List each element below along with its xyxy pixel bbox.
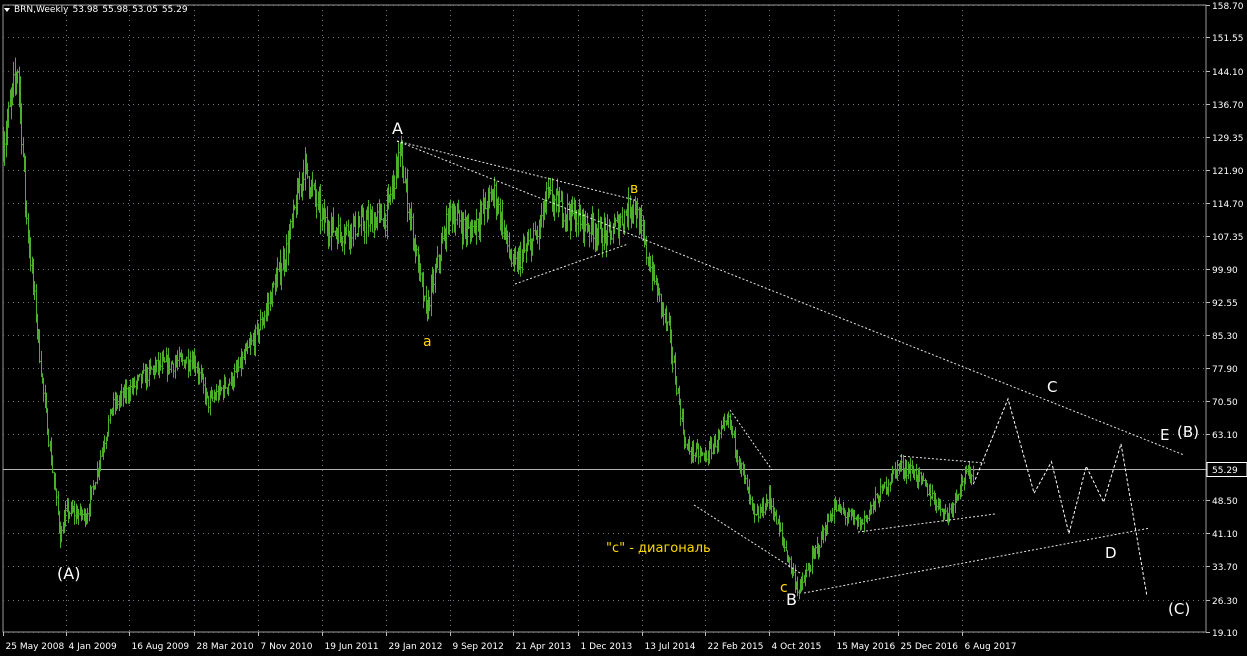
trend-line [396, 140, 1185, 456]
x-tick-label: 7 Nov 2010 [261, 642, 313, 652]
projection-path [972, 397, 1148, 597]
plot-frame [2, 4, 1207, 633]
time-axis[interactable]: 25 May 2008 4 Jan 2009 16 Aug 2009 28 Mar 2… [3, 632, 1017, 652]
ohlc-bars [2, 57, 975, 600]
y-tick-label: 136.70 [1212, 101, 1244, 111]
diagonal-annotation: "c" - диагональ [606, 541, 711, 556]
x-tick-label: 6 Aug 2017 [965, 642, 1017, 652]
x-tick-label: 13 Jul 2014 [645, 642, 696, 652]
y-tick-label: 129.35 [1212, 134, 1244, 144]
x-tick-label: 28 Mar 2010 [197, 642, 254, 652]
current-price-label: 55.29 [1212, 466, 1238, 476]
y-tick-label: 33.70 [1212, 563, 1238, 573]
x-tick-label: 9 Sep 2012 [453, 642, 504, 652]
y-tick-label: 121.90 [1212, 167, 1244, 177]
wave-label: (B) [1177, 423, 1199, 441]
x-tick-label: 22 Feb 2015 [708, 642, 764, 652]
wave-label: C [1047, 378, 1057, 396]
wave-label: A [392, 119, 403, 138]
y-tick-label: 158.70 [1212, 2, 1244, 12]
x-tick-label: 4 Oct 2015 [772, 642, 822, 652]
trend-line [857, 513, 996, 533]
wave-label: E [1160, 426, 1169, 444]
x-tick-label: 4 Jan 2009 [69, 642, 117, 652]
y-tick-label: 63.10 [1212, 431, 1238, 441]
x-tick-label: 1 Dec 2013 [581, 642, 633, 652]
wave-label-minor: a [423, 334, 432, 350]
y-tick-label: 26.30 [1212, 597, 1238, 607]
y-tick-label: 144.10 [1212, 68, 1244, 78]
chart-grid [2, 4, 1207, 633]
y-tick-label: 114.70 [1212, 200, 1244, 210]
y-tick-label: 48.50 [1212, 497, 1238, 507]
y-tick-label: 41.10 [1212, 530, 1238, 540]
x-tick-label: 15 May 2016 [837, 642, 896, 652]
y-tick-label: 99.90 [1212, 266, 1238, 276]
x-tick-label: 16 Aug 2009 [132, 642, 190, 652]
y-tick-label: 77.90 [1212, 365, 1238, 375]
wave-label: D [1105, 544, 1117, 562]
y-tick-label: 92.55 [1212, 299, 1238, 309]
wave-label-minor: в [630, 181, 638, 197]
wave-label: (C) [1168, 600, 1190, 618]
x-tick-label: 21 Apr 2013 [516, 642, 572, 652]
wave-label-minor: c [780, 580, 788, 596]
x-tick-label: 25 May 2008 [6, 642, 65, 652]
y-tick-label: 151.55 [1212, 34, 1244, 44]
x-tick-label: 19 Jun 2011 [325, 642, 379, 652]
wave-label: (A) [57, 564, 80, 583]
y-tick-label: 19.10 [1212, 629, 1238, 639]
y-tick-label: 107.35 [1212, 233, 1244, 243]
price-axis[interactable]: 158.70 151.55 144.10 136.70 129.35 121.90 114.… [1206, 2, 1247, 639]
price-chart[interactable]: A(A)BCDE (B)(C)aвc"c" - диагональ 158.701… [0, 0, 1247, 656]
y-tick-label: 85.30 [1212, 332, 1238, 342]
trend-line [396, 140, 636, 201]
trend-line [803, 527, 1151, 594]
x-tick-label: 25 Dec 2016 [901, 642, 959, 652]
x-tick-label: 29 Jan 2012 [389, 642, 443, 652]
y-tick-label: 70.50 [1212, 398, 1238, 408]
